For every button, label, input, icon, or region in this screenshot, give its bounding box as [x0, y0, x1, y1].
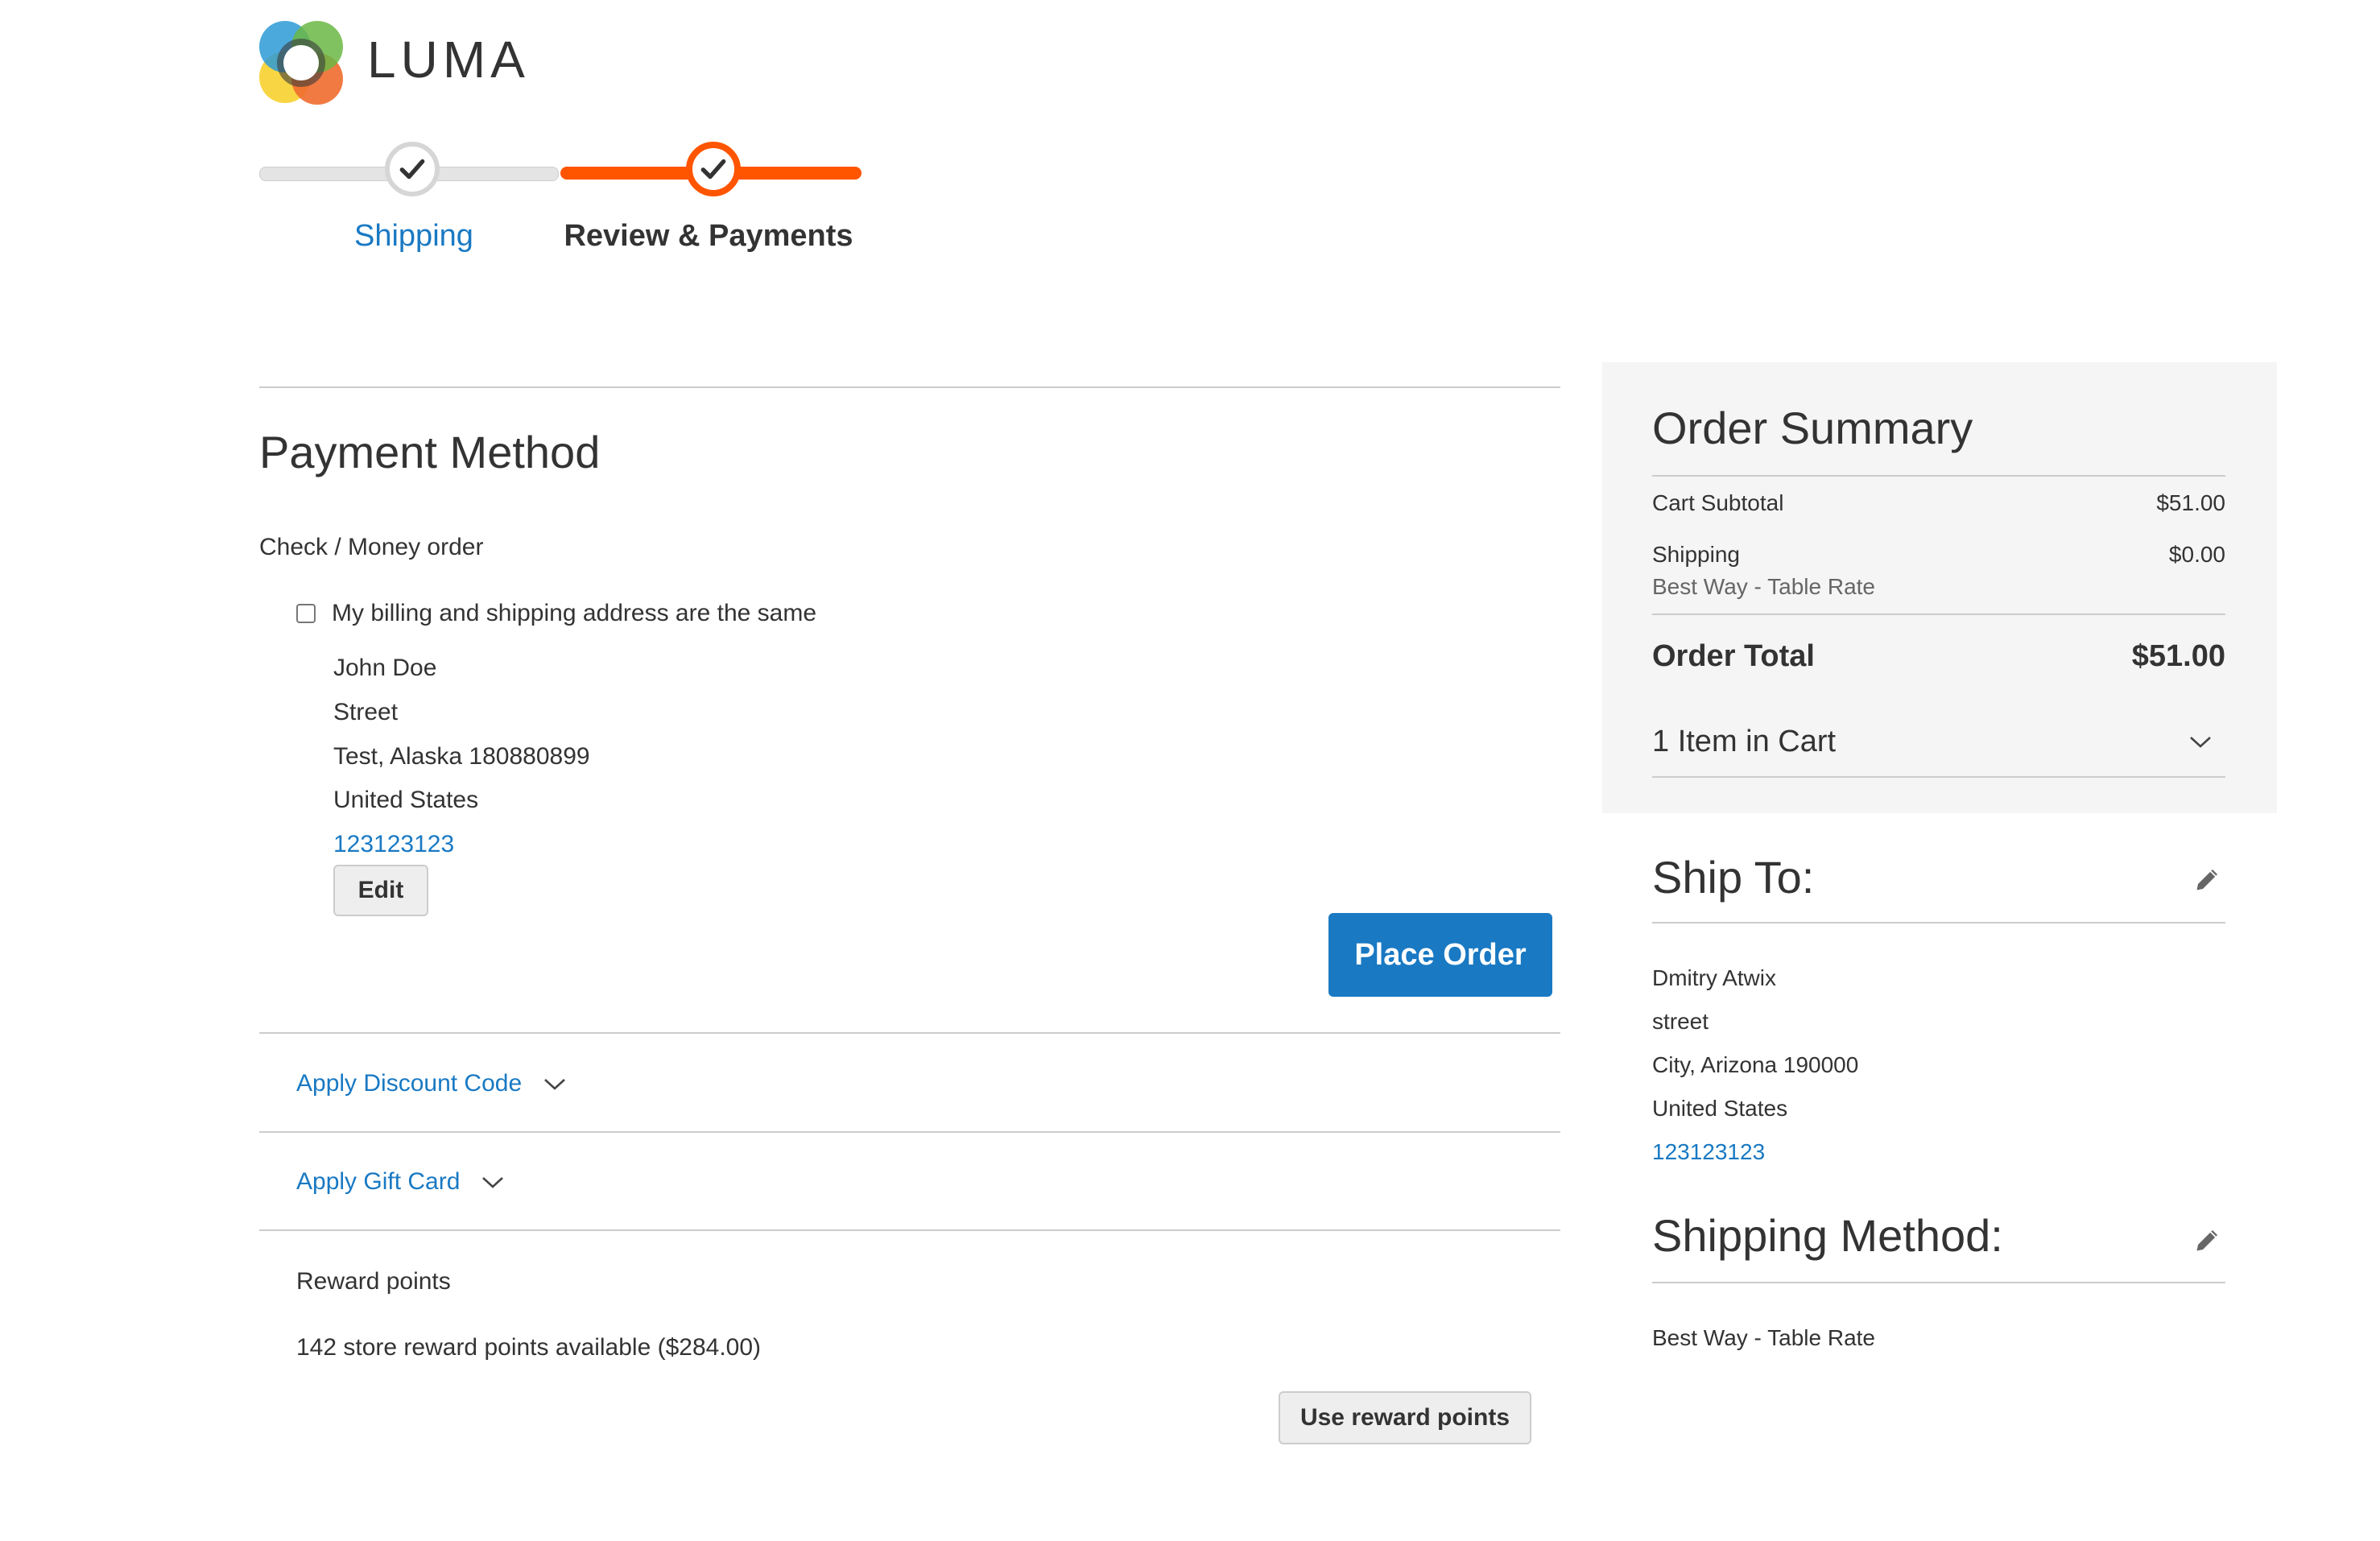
ship-to-phone-link[interactable]: 123123123 — [1652, 1137, 1765, 1167]
shipping-method-title: Shipping Method: — [1652, 1210, 2003, 1261]
billing-country: United States — [333, 787, 479, 813]
items-in-cart-label: 1 Item in Cart — [1652, 725, 1837, 758]
check-icon — [700, 159, 726, 180]
divider-reward-top — [259, 1229, 1560, 1231]
reward-points-available: 142 store reward points available ($284.… — [296, 1334, 762, 1361]
ship-to-city-line: City, Arizona 190000 — [1652, 1052, 1859, 1077]
billing-street: Street — [333, 699, 399, 725]
chevron-down-icon — [544, 1079, 566, 1090]
place-order-button[interactable]: Place Order — [1328, 913, 1552, 997]
summary-divider-3 — [1652, 776, 2225, 778]
apply-discount-label: Apply Discount Code — [296, 1070, 523, 1097]
billing-city-line: Test, Alaska 180880899 — [333, 743, 590, 770]
same-address-label[interactable]: My billing and shipping address are the … — [332, 597, 816, 630]
items-in-cart-toggle[interactable]: 1 Item in Cart — [1652, 721, 2225, 762]
billing-name: John Doe — [333, 655, 437, 681]
order-summary-title: Order Summary — [1652, 403, 1973, 453]
chevron-down-icon — [2190, 737, 2211, 748]
pencil-icon[interactable] — [2193, 1225, 2222, 1254]
check-icon — [399, 159, 425, 180]
apply-gift-card-toggle[interactable]: Apply Gift Card — [296, 1166, 505, 1198]
shipping-method-sublabel: Best Way - Table Rate — [1652, 574, 1876, 599]
divider-giftcard-top — [259, 1131, 1560, 1133]
same-address-checkbox[interactable] — [296, 604, 316, 623]
payment-method-title: Payment Method — [259, 427, 601, 477]
cart-subtotal-label: Cart Subtotal — [1652, 490, 1784, 515]
ship-to-title: Ship To: — [1652, 852, 1815, 903]
order-total-value: $51.00 — [2131, 639, 2225, 673]
ship-to-name: Dmitry Atwix — [1652, 965, 1776, 990]
reward-points-title: Reward points — [296, 1268, 451, 1295]
summary-divider-1 — [1652, 475, 2225, 477]
step-review-label: Review & Payments — [564, 219, 853, 253]
chevron-down-icon — [482, 1177, 504, 1188]
logo-wordmark: LUMA — [367, 31, 530, 89]
shipping-method-divider — [1652, 1282, 2225, 1283]
luma-logo-icon — [259, 21, 343, 105]
ship-to-country: United States — [1652, 1096, 1788, 1121]
order-total-label: Order Total — [1652, 639, 1815, 673]
step-shipping-label[interactable]: Shipping — [354, 216, 473, 256]
step-shipping-marker[interactable] — [385, 142, 440, 196]
summary-divider-2 — [1652, 614, 2225, 615]
step-review-marker — [686, 142, 741, 196]
billing-phone-link[interactable]: 123123123 — [333, 828, 454, 861]
cart-subtotal-value: $51.00 — [2156, 490, 2225, 515]
apply-discount-toggle[interactable]: Apply Discount Code — [296, 1068, 567, 1100]
ship-to-street: street — [1652, 1009, 1709, 1034]
shipping-label: Shipping — [1652, 542, 1740, 567]
pencil-icon[interactable] — [2193, 865, 2222, 894]
edit-billing-button[interactable]: Edit — [333, 865, 428, 916]
apply-gift-card-label: Apply Gift Card — [296, 1168, 461, 1195]
divider-discount-top — [259, 1032, 1560, 1034]
shipping-method-value: Best Way - Table Rate — [1652, 1325, 1876, 1350]
shipping-value: $0.00 — [2168, 542, 2225, 567]
ship-to-divider — [1652, 922, 2225, 923]
payment-method-option-label[interactable]: Check / Money order — [259, 531, 483, 564]
use-reward-points-button[interactable]: Use reward points — [1279, 1391, 1531, 1444]
divider-top — [259, 386, 1560, 388]
